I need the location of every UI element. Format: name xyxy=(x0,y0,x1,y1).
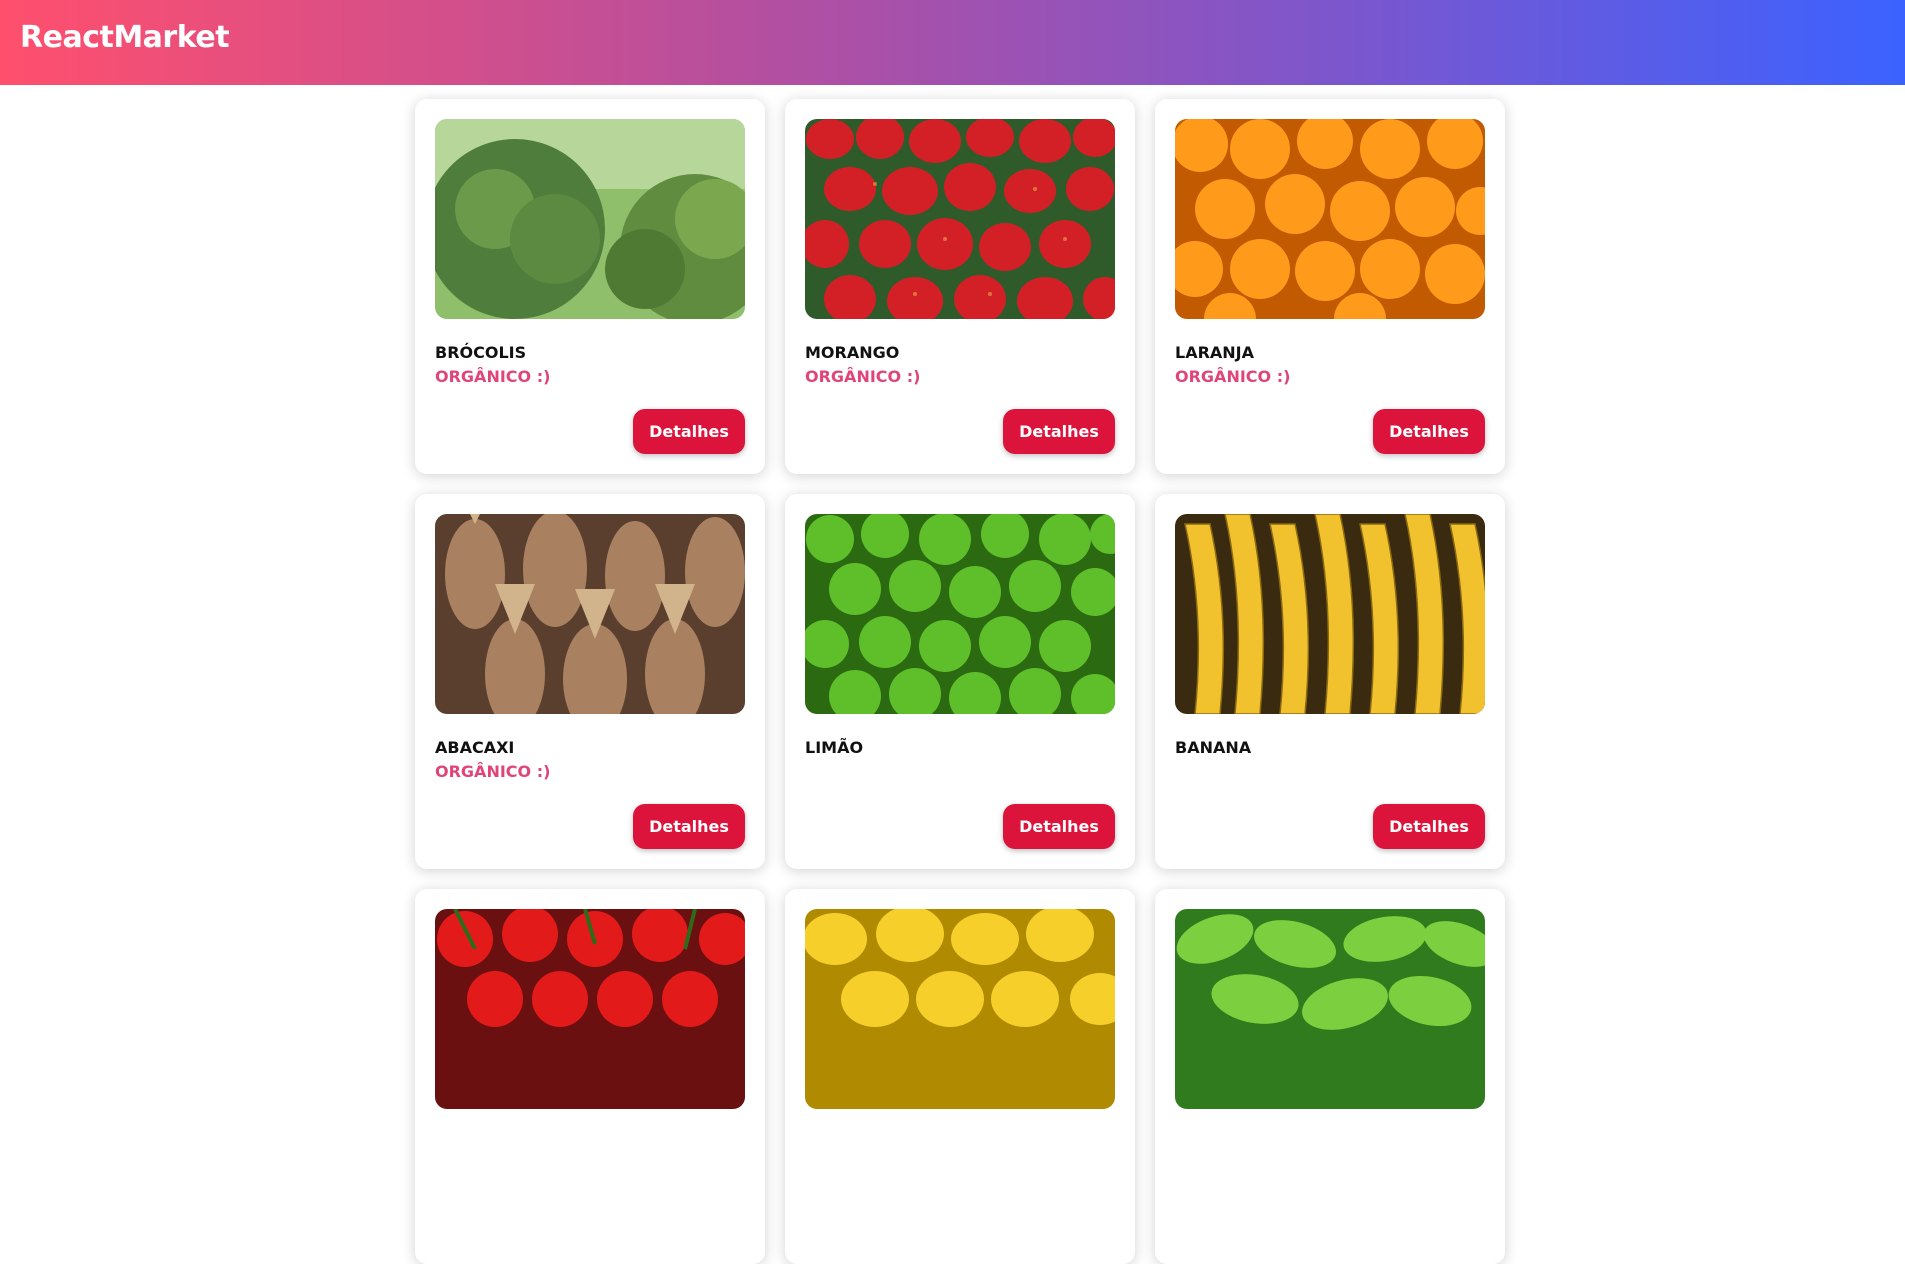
product-image-broccoli xyxy=(435,119,745,319)
product-card xyxy=(415,889,765,1264)
product-card: ABACAXI ORGÂNICO :) Detalhes xyxy=(415,494,765,869)
product-card: BRÓCOLIS ORGÂNICO :) Detalhes xyxy=(415,99,765,474)
details-button[interactable]: Detalhes xyxy=(1373,804,1485,849)
product-image-banana xyxy=(1175,514,1485,714)
details-button[interactable]: Detalhes xyxy=(1373,409,1485,454)
product-image-tomato xyxy=(435,909,745,1109)
details-button[interactable]: Detalhes xyxy=(1003,409,1115,454)
product-name: BRÓCOLIS xyxy=(435,343,527,362)
details-button[interactable]: Detalhes xyxy=(633,804,745,849)
brand-logo[interactable]: ReactMarket xyxy=(20,20,230,55)
product-name: LIMÃO xyxy=(805,738,864,757)
product-card: BANANA Detalhes xyxy=(1155,494,1505,869)
product-image-lime xyxy=(805,514,1115,714)
organic-badge: ORGÂNICO :) xyxy=(1175,367,1291,386)
top-header: ReactMarket xyxy=(0,0,1905,85)
product-image-strawberry xyxy=(805,119,1115,319)
product-name: BANANA xyxy=(1175,738,1252,757)
organic-badge: ORGÂNICO :) xyxy=(435,367,551,386)
product-card xyxy=(1155,889,1505,1264)
details-button[interactable]: Detalhes xyxy=(633,409,745,454)
product-image-spinach xyxy=(1175,909,1485,1109)
product-card: MORANGO ORGÂNICO :) Detalhes xyxy=(785,99,1135,474)
product-card: LARANJA ORGÂNICO :) Detalhes xyxy=(1155,99,1505,474)
product-image-lemon xyxy=(805,909,1115,1109)
product-name: ABACAXI xyxy=(435,738,515,757)
details-button[interactable]: Detalhes xyxy=(1003,804,1115,849)
product-grid: BRÓCOLIS ORGÂNICO :) Detalhes MORANGO OR… xyxy=(415,99,1505,1264)
product-card xyxy=(785,889,1135,1264)
product-card: LIMÃO Detalhes xyxy=(785,494,1135,869)
product-image-orange xyxy=(1175,119,1485,319)
organic-badge: ORGÂNICO :) xyxy=(805,367,921,386)
product-image-pineapple xyxy=(435,514,745,714)
product-name: MORANGO xyxy=(805,343,900,362)
organic-badge: ORGÂNICO :) xyxy=(435,762,551,781)
product-name: LARANJA xyxy=(1175,343,1255,362)
